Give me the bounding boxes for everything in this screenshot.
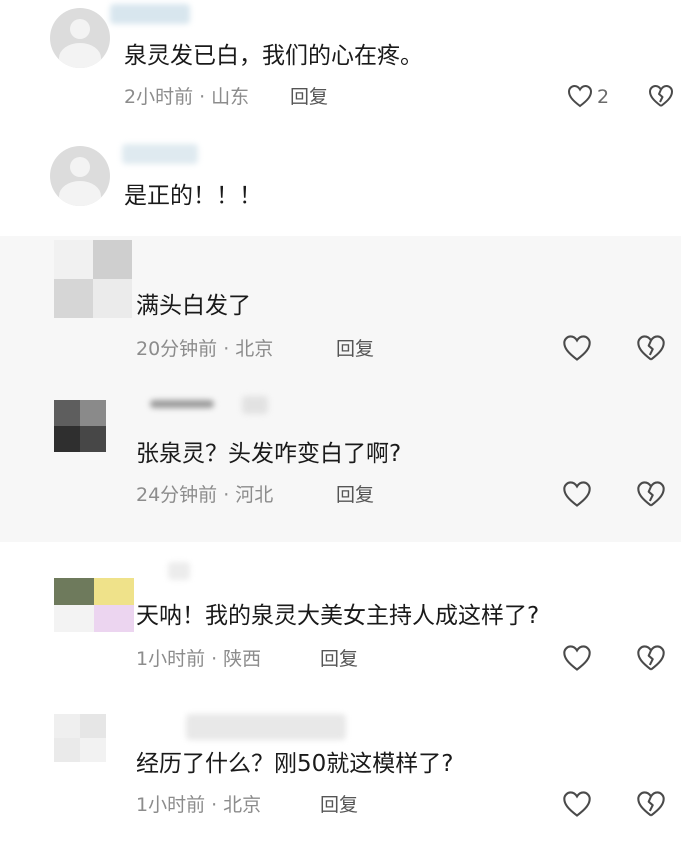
blurred-username[interactable] — [110, 4, 190, 24]
like-button[interactable] — [561, 788, 593, 820]
broken-heart-icon — [637, 791, 665, 817]
broken-heart-icon — [649, 85, 673, 107]
comment-meta: 20分钟前 · 北京 — [136, 336, 273, 362]
comment-item: 泉灵发已白，我们的心在疼。 2小时前 · 山东 回复 2 — [0, 0, 681, 130]
meta-separator: · — [223, 484, 230, 506]
meta-separator: · — [199, 86, 206, 108]
mosaic-avatar[interactable] — [54, 400, 106, 452]
comment-item: 满头白发了 20分钟前 · 北京 回复 — [0, 236, 681, 386]
comment-location: 北京 — [235, 338, 274, 360]
blurred-username[interactable] — [122, 144, 198, 164]
mosaic-avatar[interactable] — [54, 240, 132, 318]
reply-button[interactable]: 回复 — [336, 336, 374, 362]
comment-text: 满头白发了 — [136, 293, 251, 319]
meta-separator: · — [211, 648, 218, 670]
comment-location: 北京 — [223, 794, 262, 816]
heart-icon — [567, 84, 593, 108]
like-button[interactable] — [561, 332, 593, 364]
like-count: 2 — [597, 86, 610, 108]
default-avatar-icon[interactable] — [50, 146, 110, 206]
dislike-button[interactable] — [635, 642, 667, 674]
dislike-button[interactable] — [635, 478, 667, 510]
comment-item: 经历了什么？刚50就这模样了? 1小时前 · 北京 回复 — [0, 692, 681, 849]
reply-button[interactable]: 回复 — [320, 792, 358, 818]
heart-icon — [563, 481, 591, 507]
comment-time: 1小时前 — [136, 648, 206, 670]
comment-location: 山东 — [211, 86, 250, 108]
broken-heart-icon — [637, 481, 665, 507]
dislike-button[interactable] — [646, 81, 676, 111]
comment-text: 天呐！我的泉灵大美女主持人成这样了? — [136, 603, 540, 629]
meta-separator: · — [223, 338, 230, 360]
blurred-username[interactable] — [242, 396, 268, 414]
mosaic-avatar[interactable] — [54, 714, 106, 762]
comment-meta: 2小时前 · 山东 — [124, 84, 249, 110]
like-button[interactable] — [561, 478, 593, 510]
comment-item: 是正的！！！ — [0, 130, 681, 236]
reply-button[interactable]: 回复 — [290, 84, 328, 110]
meta-separator: · — [211, 794, 218, 816]
comment-meta: 1小时前 · 陕西 — [136, 646, 261, 672]
comment-item: 张泉灵？头发咋变白了啊? 24分钟前 · 河北 回复 — [0, 386, 681, 542]
comment-meta: 24分钟前 · 河北 — [136, 482, 273, 508]
mosaic-avatar[interactable] — [54, 578, 134, 632]
like-button[interactable] — [561, 642, 593, 674]
broken-heart-icon — [637, 645, 665, 671]
dislike-button[interactable] — [635, 332, 667, 364]
comment-location: 陕西 — [223, 648, 262, 670]
comment-text: 张泉灵？头发咋变白了啊? — [136, 441, 402, 467]
like-button[interactable] — [565, 81, 595, 111]
comment-time: 2小时前 — [124, 86, 194, 108]
heart-icon — [563, 335, 591, 361]
comment-time: 20分钟前 — [136, 338, 218, 360]
reply-button[interactable]: 回复 — [320, 646, 358, 672]
reply-button[interactable]: 回复 — [336, 482, 374, 508]
heart-icon — [563, 645, 591, 671]
default-avatar-icon[interactable] — [50, 8, 110, 68]
comment-item: 天呐！我的泉灵大美女主持人成这样了? 1小时前 · 陕西 回复 — [0, 542, 681, 692]
comment-meta: 1小时前 · 北京 — [136, 792, 261, 818]
comment-text: 是正的！！！ — [124, 183, 262, 209]
comment-text: 泉灵发已白，我们的心在疼。 — [124, 43, 423, 69]
comment-location: 河北 — [235, 484, 274, 506]
comment-text: 经历了什么？刚50就这模样了? — [136, 751, 454, 777]
broken-heart-icon — [637, 335, 665, 361]
dislike-button[interactable] — [635, 788, 667, 820]
blurred-username[interactable] — [186, 714, 346, 740]
blurred-username[interactable] — [150, 400, 214, 408]
heart-icon — [563, 791, 591, 817]
comment-time: 24分钟前 — [136, 484, 218, 506]
blurred-username[interactable] — [168, 562, 190, 580]
comment-time: 1小时前 — [136, 794, 206, 816]
